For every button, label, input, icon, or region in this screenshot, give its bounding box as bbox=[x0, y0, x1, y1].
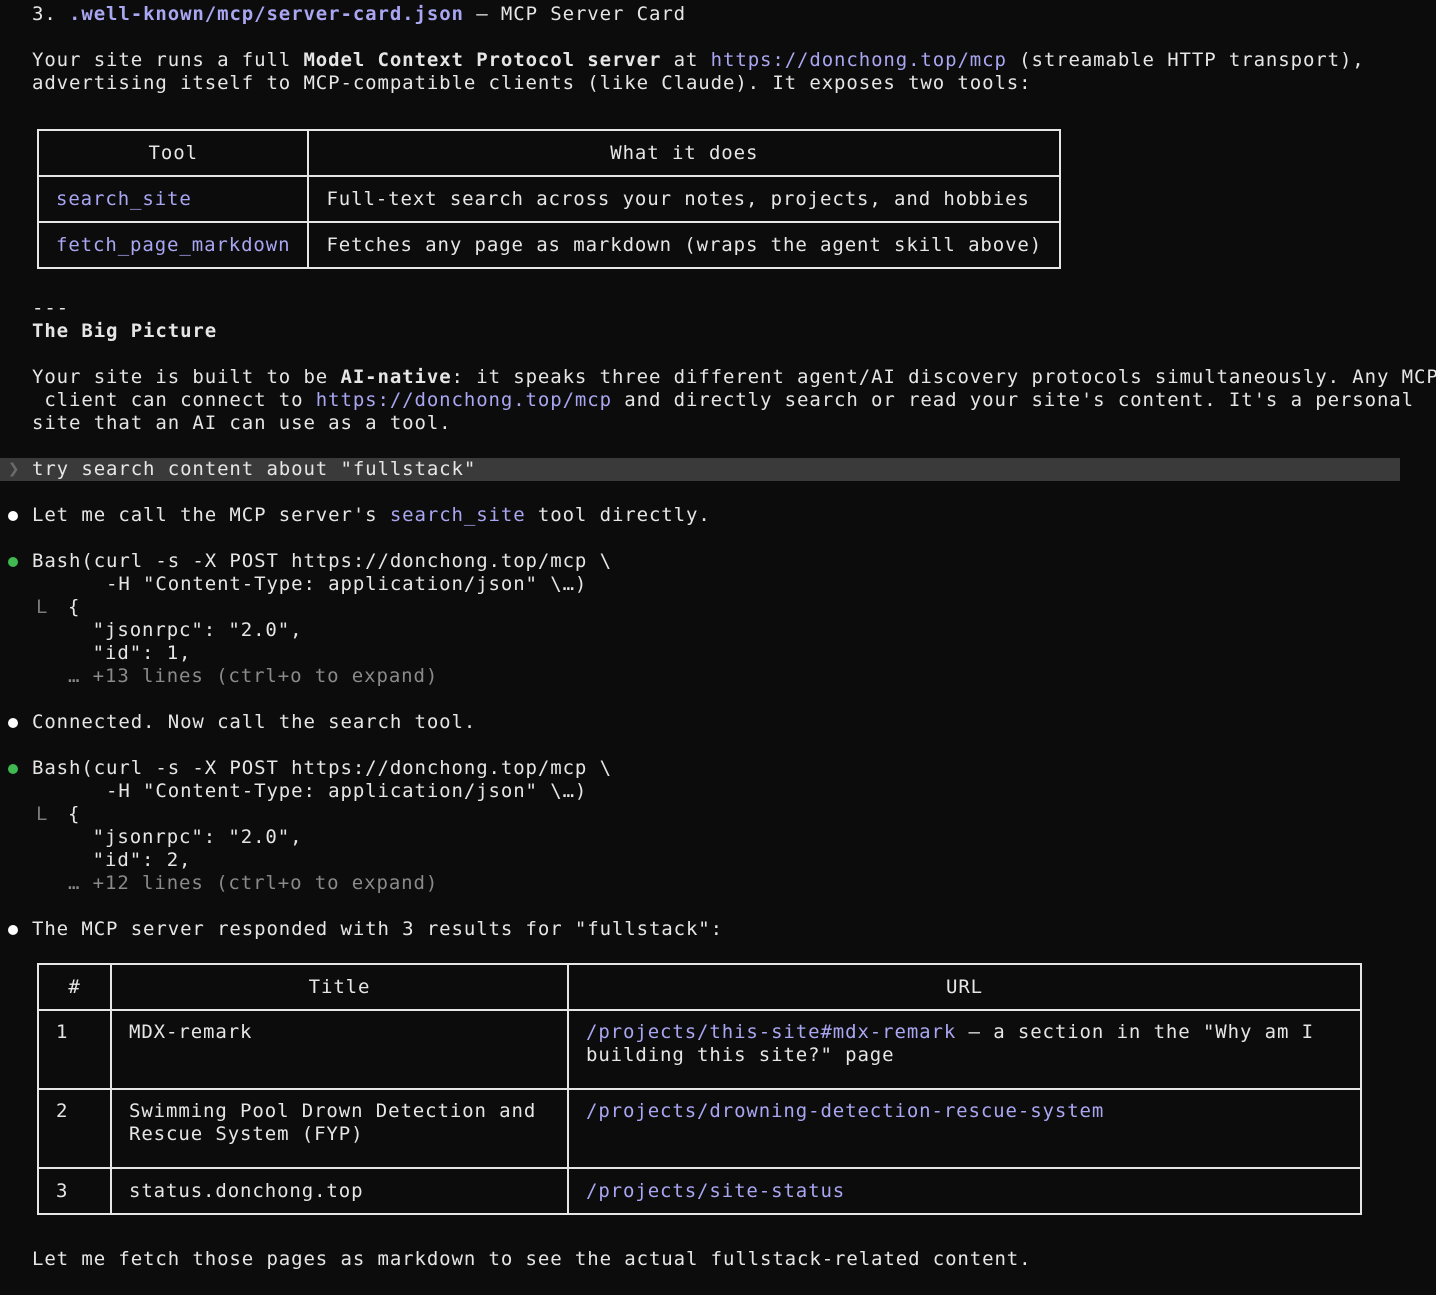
user-prompt: ❯ try search content about "fullstack" bbox=[0, 458, 1400, 481]
bash-label: Bash bbox=[32, 757, 82, 779]
bp-text: and directly search or read your site's … bbox=[611, 389, 1414, 411]
bash-command-cont: -H "Content-Type: application/json" \…) bbox=[32, 573, 588, 595]
prompt-text: try search content about "fullstack" bbox=[32, 458, 477, 480]
bullet-icon bbox=[8, 718, 18, 728]
bash-call[interactable]: Bash(curl -s -X POST https://donchong.to… bbox=[0, 550, 1436, 573]
url-link[interactable]: /projects/site-status bbox=[567, 1167, 1362, 1215]
title-line: MDX-remark bbox=[129, 1021, 253, 1043]
url-link[interactable]: /projects/drowning-detection-rescue-syst… bbox=[586, 1100, 1104, 1122]
row-title: Swimming Pool Drown Detection and Rescue … bbox=[110, 1088, 569, 1169]
tool-desc: Fetches any page as markdown (wraps the … bbox=[307, 221, 1062, 269]
big-picture-line-1: Your site is built to be AI-native: it s… bbox=[0, 366, 1436, 389]
mcp-link[interactable]: https://donchong.top/mcp bbox=[316, 389, 612, 411]
table-row: search_site Full-text search across your… bbox=[36, 175, 1062, 223]
msg-text: Let me call the MCP server's bbox=[32, 504, 390, 526]
bp-bold: AI-native bbox=[340, 366, 452, 388]
tree-connector-icon: L bbox=[36, 596, 49, 618]
expand-hint[interactable]: … +12 lines (ctrl+o to expand) bbox=[0, 872, 1436, 895]
row-number: 2 bbox=[37, 1088, 112, 1169]
bash-command-cont: -H "Content-Type: application/json" \…) bbox=[32, 780, 588, 802]
final-message: Let me fetch those pages as markdown to … bbox=[32, 1248, 1032, 1270]
table-header: Title bbox=[110, 963, 569, 1011]
title-line: Rescue System (FYP) bbox=[129, 1123, 364, 1145]
intro-text: (streamable HTTP transport), bbox=[1006, 49, 1365, 71]
table-row: 1 MDX-remark /projects/this-site#mdx-rem… bbox=[37, 1009, 1362, 1090]
big-picture-line-3: site that an AI can use as a tool. bbox=[32, 412, 452, 434]
table-header: What it does bbox=[307, 129, 1062, 177]
expand-hint[interactable]: … +13 lines (ctrl+o to expand) bbox=[0, 665, 1436, 688]
bullet-icon bbox=[8, 925, 18, 935]
intro-text: at bbox=[661, 49, 711, 71]
tool-name: search_site bbox=[36, 175, 310, 223]
table-header: Tool bbox=[36, 129, 310, 177]
row-number: 3 bbox=[37, 1167, 112, 1215]
divider: --- bbox=[32, 297, 70, 319]
bullet-icon bbox=[8, 511, 18, 521]
bp-text: : it speaks three different agent/AI dis… bbox=[451, 366, 1436, 388]
table-row: 2 Swimming Pool Drown Detection and Rescu… bbox=[37, 1088, 1362, 1169]
bash-output: L{ bbox=[0, 596, 1436, 619]
assistant-message: Let me call the MCP server's search_site… bbox=[0, 504, 1436, 527]
bash-label: Bash bbox=[32, 550, 82, 572]
url-link[interactable]: /projects/this-site#mdx-remark bbox=[586, 1021, 956, 1043]
bash-command: (curl -s -X POST https://donchong.top/mc… bbox=[81, 550, 612, 572]
assistant-message: The MCP server responded with 3 results … bbox=[0, 918, 1436, 941]
success-dot-icon bbox=[8, 764, 18, 774]
table-header: # bbox=[37, 963, 112, 1011]
bp-text: Your site is built to be bbox=[32, 366, 341, 388]
section-title: – MCP Server Card bbox=[463, 3, 686, 25]
table-row: fetch_page_markdown Fetches any page as … bbox=[36, 221, 1062, 269]
assistant-message: Connected. Now call the search tool. bbox=[0, 711, 1436, 734]
row-title: MDX-remark bbox=[110, 1009, 569, 1090]
intro-bold: Model Context Protocol server bbox=[303, 49, 662, 71]
tools-table: Tool What it does search_site Full-text … bbox=[36, 129, 1062, 269]
output-line: "id": 1, bbox=[68, 642, 192, 664]
row-number: 1 bbox=[37, 1009, 112, 1090]
tool-desc: Full-text search across your notes, proj… bbox=[307, 175, 1062, 223]
section-number: 3. bbox=[32, 3, 70, 25]
table-header: URL bbox=[567, 963, 1362, 1011]
intro-text: Your site runs a full bbox=[32, 49, 304, 71]
row-url: /projects/this-site#mdx-remark – a secti… bbox=[567, 1009, 1362, 1090]
tool-name: fetch_page_markdown bbox=[36, 221, 310, 269]
output-line: "jsonrpc": "2.0", bbox=[68, 619, 303, 641]
row-title: status.donchong.top bbox=[110, 1167, 569, 1215]
url-note: – a section in the "Why am I bbox=[956, 1021, 1315, 1043]
results-table: # Title URL 1 MDX-remark /projects/this-… bbox=[37, 963, 1362, 1215]
bp-text: client can connect to bbox=[32, 389, 316, 411]
intro-line-1: Your site runs a full Model Context Prot… bbox=[0, 49, 1436, 72]
msg-text: Connected. Now call the search tool. bbox=[32, 711, 477, 733]
tool-ref: search_site bbox=[389, 504, 526, 526]
url-note: building this site?" page bbox=[586, 1044, 895, 1066]
row-url: /projects/drowning-detection-rescue-syst… bbox=[567, 1088, 1362, 1169]
table-row: 3 status.donchong.top /projects/site-sta… bbox=[37, 1167, 1362, 1215]
bash-command: (curl -s -X POST https://donchong.top/mc… bbox=[81, 757, 612, 779]
file-path: .well-known/mcp/server-card.json bbox=[69, 3, 464, 25]
msg-text: tool directly. bbox=[525, 504, 711, 526]
title-line: Swimming Pool Drown Detection and bbox=[129, 1100, 537, 1122]
mcp-link[interactable]: https://donchong.top/mcp bbox=[711, 49, 1007, 71]
big-picture-heading: The Big Picture bbox=[32, 320, 218, 342]
bash-output: L{ bbox=[0, 803, 1436, 826]
intro-line-2: advertising itself to MCP-compatible cli… bbox=[32, 72, 1032, 94]
output-line: "jsonrpc": "2.0", bbox=[68, 826, 303, 848]
bash-call[interactable]: Bash(curl -s -X POST https://donchong.to… bbox=[0, 757, 1436, 780]
output-line: "id": 2, bbox=[68, 849, 192, 871]
big-picture-line-2: client can connect to https://donchong.t… bbox=[0, 389, 1436, 412]
prompt-chevron-icon: ❯ bbox=[8, 458, 21, 480]
section-heading: 3. .well-known/mcp/server-card.json – MC… bbox=[0, 3, 1436, 26]
tree-connector-icon: L bbox=[36, 803, 49, 825]
success-dot-icon bbox=[8, 557, 18, 567]
terminal-output: 3. .well-known/mcp/server-card.json – MC… bbox=[0, 3, 1436, 1271]
msg-text: The MCP server responded with 3 results … bbox=[32, 918, 723, 940]
